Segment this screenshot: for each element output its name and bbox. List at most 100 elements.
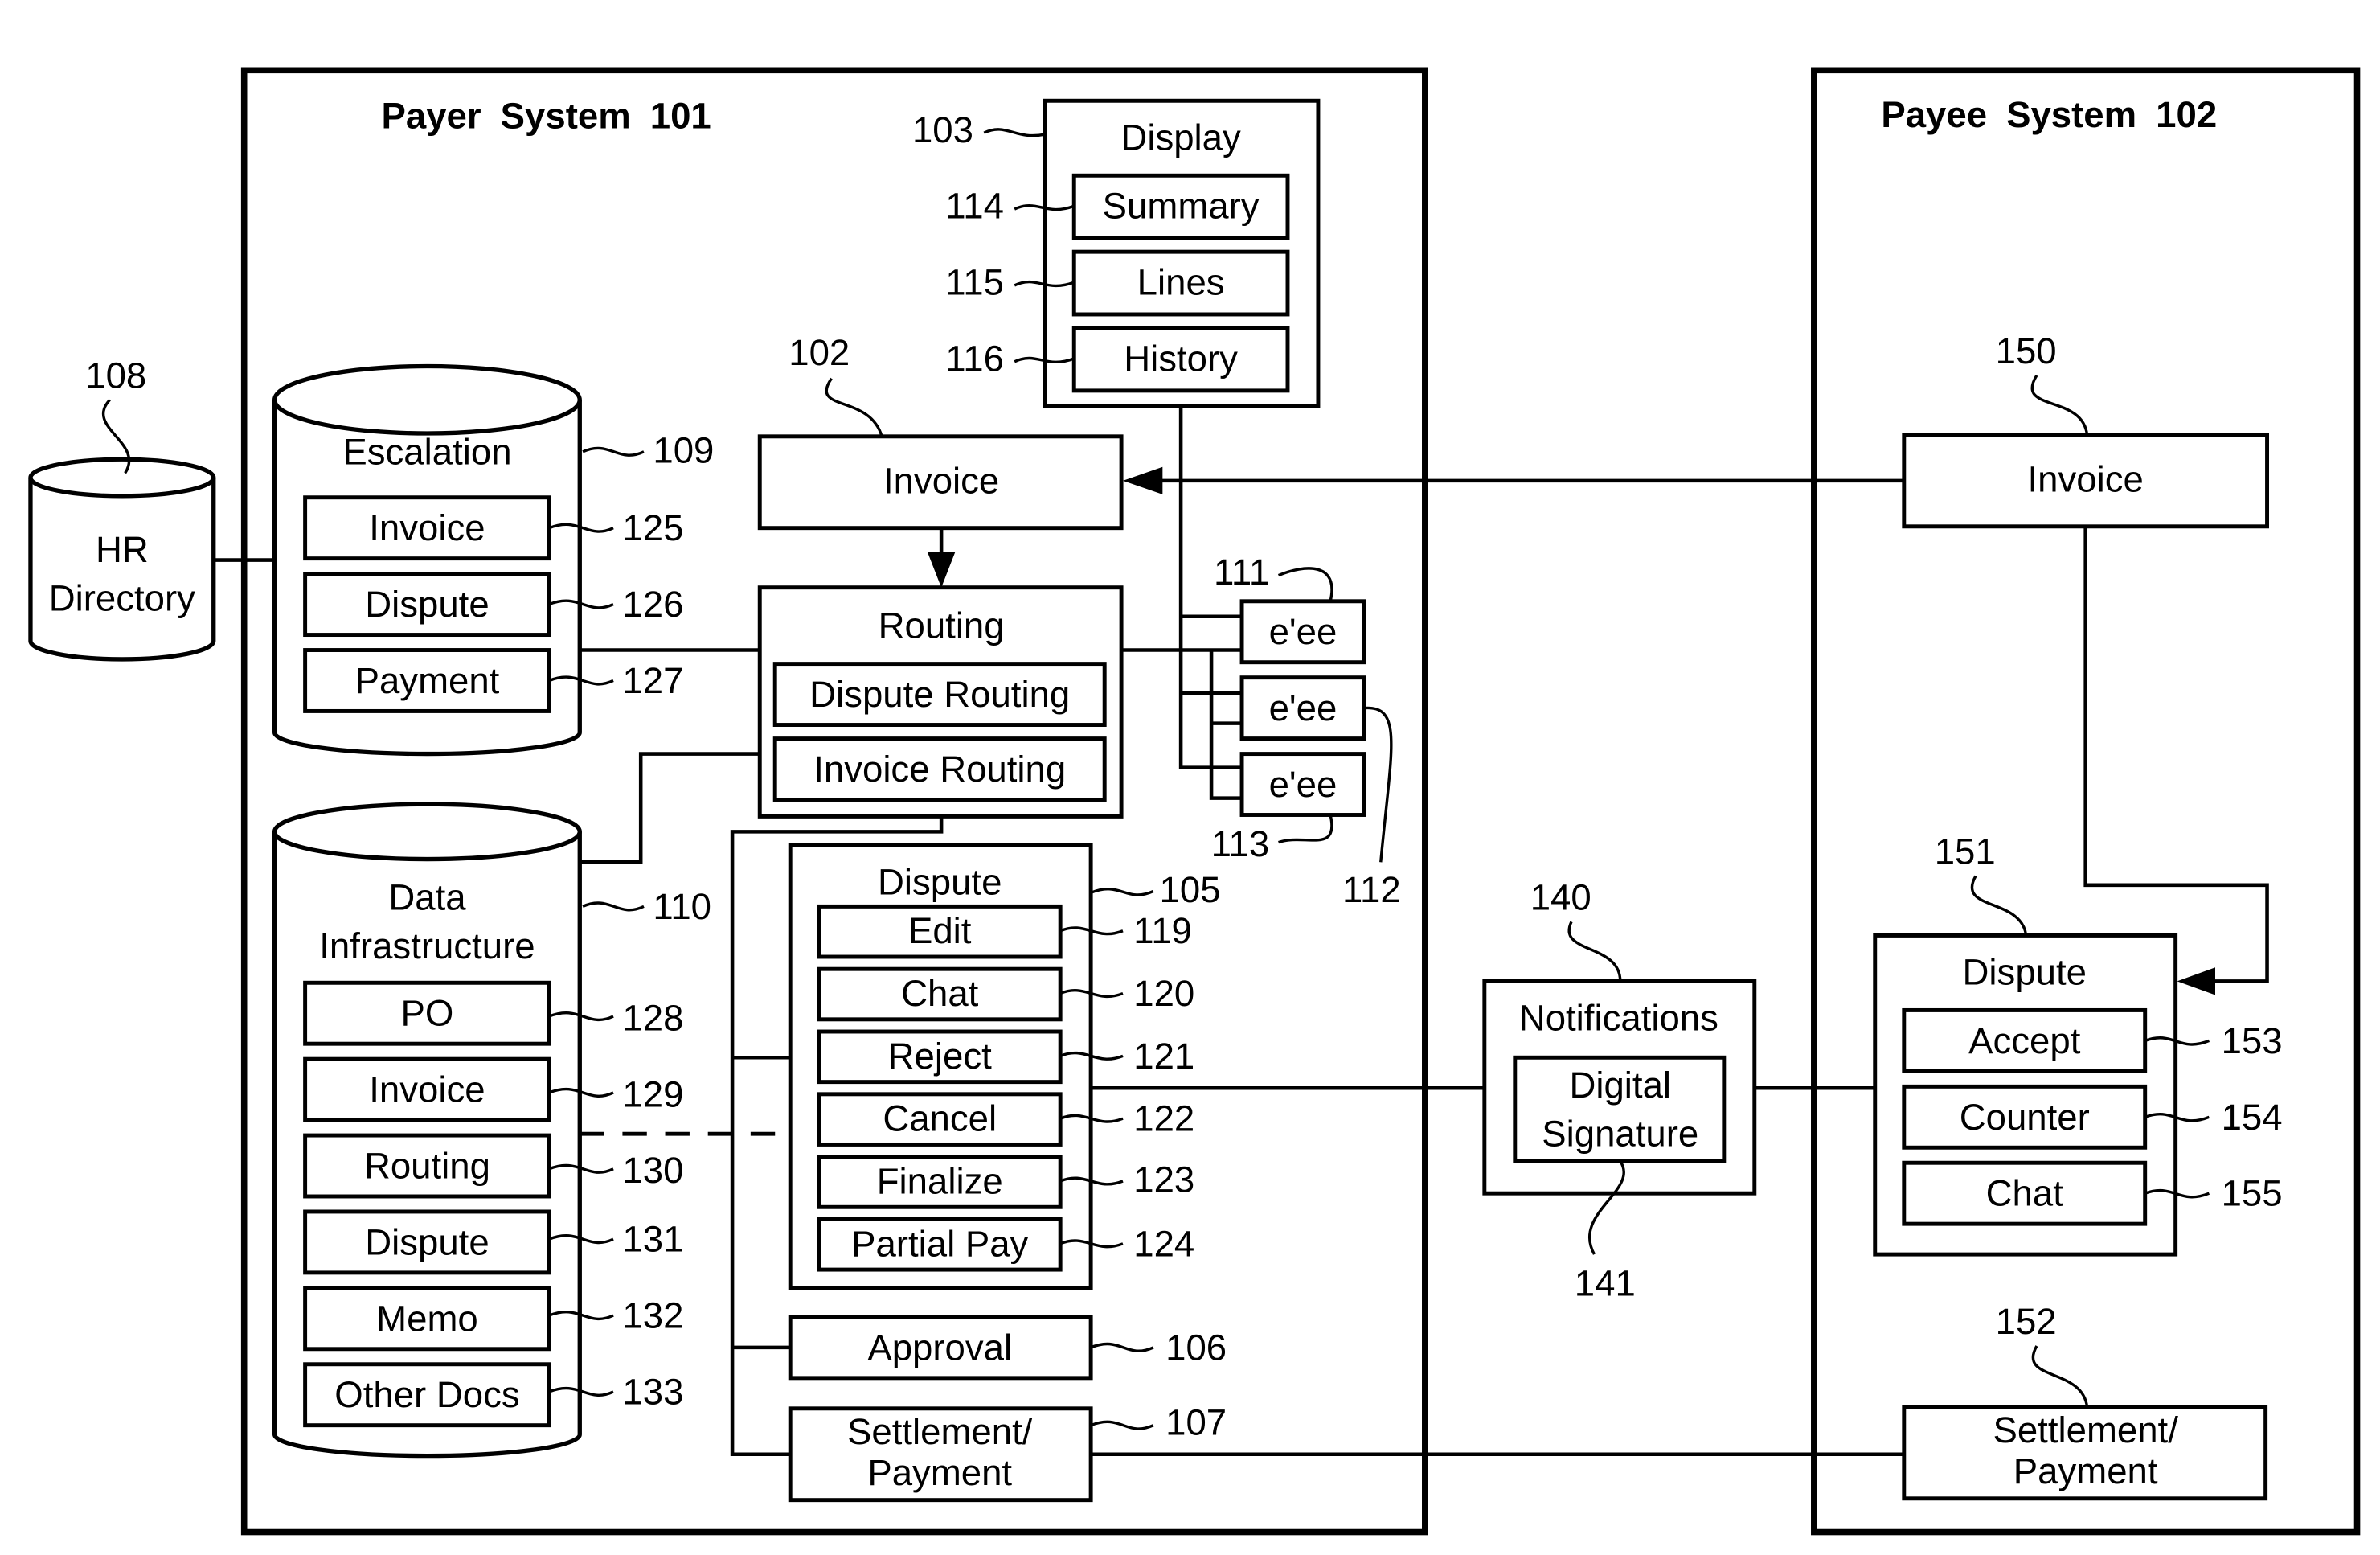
digital-signature-label-line1: Digital xyxy=(1569,1065,1671,1106)
data-infrastructure-label-line2: Infrastructure xyxy=(319,925,535,966)
payee-dispute-label: Dispute xyxy=(1963,951,2087,992)
escalation-item-label: Invoice xyxy=(369,507,485,548)
payee-dispute-action-counter[interactable]: Counter xyxy=(1902,1084,2148,1150)
ref-120: 120 xyxy=(1133,973,1194,1014)
ref-116: 116 xyxy=(945,338,1004,380)
ref-115: 115 xyxy=(945,262,1004,303)
data-item-label: Invoice xyxy=(369,1069,485,1110)
leader-140 xyxy=(1567,921,1622,982)
data-item-dispute[interactable]: Dispute xyxy=(303,1209,551,1275)
ref-141: 141 xyxy=(1575,1263,1636,1304)
hr-directory[interactable]: HR Directory xyxy=(28,457,216,662)
leader-110 xyxy=(582,901,645,912)
display-item-lines[interactable]: Lines xyxy=(1071,249,1290,317)
ref-140: 140 xyxy=(1530,876,1591,917)
payer-settlement-label-line1: Settlement/ xyxy=(847,1411,1033,1452)
ref-114: 114 xyxy=(945,186,1004,227)
ref-112: 112 xyxy=(1342,869,1401,910)
display-item-history[interactable]: History xyxy=(1071,326,1290,393)
data-item-invoice[interactable]: Invoice xyxy=(303,1056,551,1122)
ref-110: 110 xyxy=(653,886,711,927)
ref-124: 124 xyxy=(1133,1223,1194,1264)
data-infrastructure-label-line1: Data xyxy=(388,876,466,917)
payer-invoice[interactable]: Invoice xyxy=(757,434,1124,531)
ref-103: 103 xyxy=(912,109,973,150)
leader-111 xyxy=(1277,567,1333,602)
data-item-label: PO xyxy=(401,993,454,1034)
routing-label: Routing xyxy=(879,605,1005,646)
ref-105: 105 xyxy=(1160,869,1221,910)
hr-directory-cylinder-top xyxy=(28,457,216,499)
leader-112 xyxy=(1363,706,1393,863)
ref-109: 109 xyxy=(653,429,714,470)
escalation-item-invoice[interactable]: Invoice xyxy=(303,495,551,561)
dispute-action-label: Edit xyxy=(908,910,972,951)
payee-invoice[interactable]: Invoice xyxy=(1902,433,2270,529)
payer-settlement-label-line2: Payment xyxy=(867,1452,1012,1493)
data-item-po[interactable]: PO xyxy=(303,980,551,1046)
leader-113 xyxy=(1278,814,1333,844)
dispute-action-finalize[interactable]: Finalize xyxy=(817,1155,1063,1209)
dispute-action-partial-pay[interactable]: Partial Pay xyxy=(817,1217,1063,1272)
dispute-action-label: Finalize xyxy=(877,1161,1003,1202)
arrowhead-left-icon xyxy=(2177,967,2216,995)
dispute-action-chat[interactable]: Chat xyxy=(817,966,1063,1022)
routing-item-label: Invoice Routing xyxy=(813,749,1066,790)
ref-155: 155 xyxy=(2222,1173,2283,1214)
escalation-item-payment[interactable]: Payment xyxy=(303,648,551,713)
dispute-action-label: Reject xyxy=(888,1036,992,1077)
escalation-item-dispute[interactable]: Dispute xyxy=(303,572,551,638)
employee-3[interactable]: e'ee xyxy=(1239,752,1366,817)
ref-130: 130 xyxy=(622,1150,683,1191)
leader-102 xyxy=(825,377,883,437)
employee-2[interactable]: e'ee xyxy=(1239,675,1366,741)
ref-113: 113 xyxy=(1211,823,1270,864)
payee-invoice-to-dispute-line xyxy=(2083,526,2269,983)
leader-151 xyxy=(1970,875,2028,936)
dispute-action-cancel[interactable]: Cancel xyxy=(817,1092,1063,1147)
dispute-action-edit[interactable]: Edit xyxy=(817,904,1063,959)
ref-152: 152 xyxy=(1996,1301,2057,1342)
routing-item-invoice-routing[interactable]: Invoice Routing xyxy=(772,736,1107,802)
dispute-action-reject[interactable]: Reject xyxy=(817,1029,1063,1085)
display-item-summary[interactable]: Summary xyxy=(1071,173,1290,240)
leader-150 xyxy=(2030,374,2089,436)
ref-108: 108 xyxy=(85,355,146,396)
ref-111: 111 xyxy=(1214,552,1269,593)
digital-signature[interactable]: Digital Signature xyxy=(1513,1055,1727,1163)
data-item-other-docs[interactable]: Other Docs xyxy=(303,1362,551,1428)
payee-dispute-action-chat[interactable]: Chat xyxy=(1902,1160,2148,1226)
data-item-routing[interactable]: Routing xyxy=(303,1133,551,1199)
escalation-item-label: Dispute xyxy=(365,584,489,625)
system-diagram: Payer System 101 Payee System 102 HR Dir… xyxy=(28,67,2361,1536)
data-item-label: Other Docs xyxy=(334,1374,519,1415)
data-item-label: Dispute xyxy=(365,1221,489,1262)
approval-module[interactable]: Approval xyxy=(788,1315,1093,1381)
ref-126: 126 xyxy=(622,584,683,625)
data-item-memo[interactable]: Memo xyxy=(303,1286,551,1352)
employee-label: e'ee xyxy=(1269,687,1337,728)
escalation-item-label: Payment xyxy=(355,660,500,701)
ref-119: 119 xyxy=(1133,910,1192,951)
escalation-label: Escalation xyxy=(342,431,511,472)
ref-151: 151 xyxy=(1935,831,1996,872)
data-infrastructure-cylinder-top xyxy=(272,802,582,862)
payee-dispute-action-label: Counter xyxy=(1960,1097,2090,1138)
payee-settlement-label-line1: Settlement/ xyxy=(1993,1409,2178,1450)
employee-label: e'ee xyxy=(1269,611,1337,652)
payee-settlement-module[interactable]: Settlement/ Payment xyxy=(1902,1405,2268,1501)
leader-107 xyxy=(1090,1420,1154,1430)
ref-133: 133 xyxy=(622,1371,683,1412)
hr-directory-label-line1: HR xyxy=(96,529,149,570)
routing-item-dispute-routing[interactable]: Dispute Routing xyxy=(772,662,1107,727)
notifications-label: Notifications xyxy=(1519,997,1718,1038)
employee-1[interactable]: e'ee xyxy=(1239,599,1366,665)
data-infrastructure-store[interactable]: Data Infrastructure xyxy=(272,802,582,1459)
leader-109 xyxy=(582,446,645,457)
arrowhead-left-icon xyxy=(1122,466,1163,494)
payer-invoice-label: Invoice xyxy=(883,460,999,501)
approval-label: Approval xyxy=(867,1327,1012,1368)
payer-settlement-module[interactable]: Settlement/ Payment xyxy=(788,1406,1093,1503)
payee-system-title: Payee System 102 xyxy=(1881,94,2217,135)
payee-dispute-action-accept[interactable]: Accept xyxy=(1902,1007,2148,1073)
